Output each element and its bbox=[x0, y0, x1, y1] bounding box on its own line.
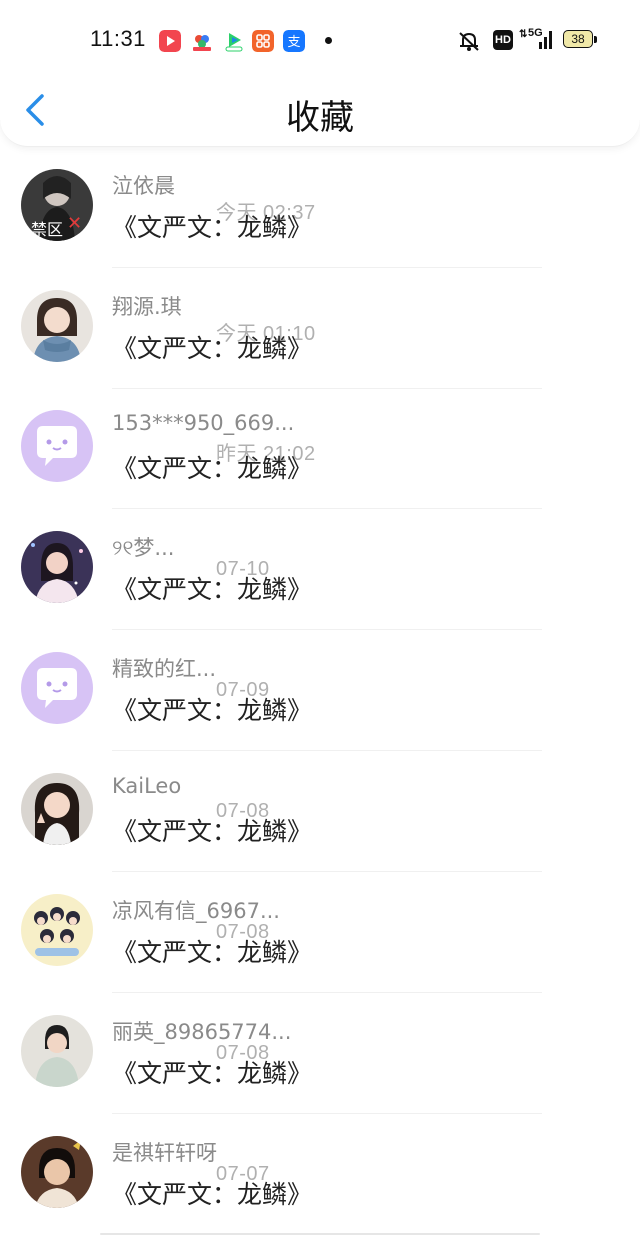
avatar[interactable] bbox=[21, 290, 93, 362]
divider bbox=[112, 629, 542, 630]
item-message[interactable]: 《文严文：龙鳞》 bbox=[112, 449, 312, 485]
item-message[interactable]: 《文严文：龙鳞》 bbox=[112, 691, 312, 727]
divider bbox=[112, 508, 542, 509]
grid-app-icon bbox=[252, 30, 274, 52]
divider bbox=[112, 750, 542, 751]
page-title: 收藏 bbox=[286, 98, 354, 138]
sender-name[interactable]: 凉风有信_6967... bbox=[112, 899, 280, 923]
divider bbox=[112, 267, 542, 268]
sender-name[interactable]: 丽英_89865774... bbox=[112, 1020, 291, 1044]
item-message[interactable]: 《文严文：龙鳞》 bbox=[112, 933, 312, 969]
item-meta: 是祺轩轩呀 07-07 bbox=[112, 1137, 269, 1185]
network-type: 5G bbox=[528, 27, 543, 39]
scroll-indicator bbox=[100, 1233, 540, 1235]
svg-text:支: 支 bbox=[287, 35, 300, 50]
cloud-app-icon bbox=[193, 35, 211, 51]
item-meta: 泣依晨 今天 02:37 bbox=[112, 170, 315, 224]
avatar-label: 禁区 bbox=[31, 220, 64, 239]
battery-level: 38 bbox=[563, 30, 593, 48]
favorite-item[interactable]: 凉风有信_6967... 07-08 《文严文：龙鳞》 bbox=[0, 891, 640, 1012]
battery-icon: 38 bbox=[563, 30, 599, 50]
item-meta: 凉风有信_6967... 07-08 bbox=[112, 895, 280, 943]
avatar[interactable] bbox=[21, 1015, 93, 1087]
item-message[interactable]: 《文严文：龙鳞》 bbox=[112, 570, 312, 606]
avatar[interactable] bbox=[21, 1136, 93, 1208]
item-message[interactable]: 《文严文：龙鳞》 bbox=[112, 208, 312, 244]
avatar[interactable] bbox=[21, 531, 93, 603]
item-meta: 153***950_669... 昨天 21:02 bbox=[112, 411, 315, 465]
item-meta: 翔源.琪 今天 01:10 bbox=[112, 291, 315, 345]
item-meta: 丽英_89865774... 07-08 bbox=[112, 1016, 291, 1064]
favorite-item[interactable]: 153***950_669... 昨天 21:02 《文严文：龙鳞》 bbox=[0, 407, 640, 528]
divider bbox=[112, 1113, 542, 1114]
avatar[interactable] bbox=[21, 894, 93, 966]
item-message[interactable]: 《文严文：龙鳞》 bbox=[112, 1054, 312, 1090]
favorite-item[interactable]: ୨୧梦... 07-10 《文严文：龙鳞》 bbox=[0, 528, 640, 649]
sender-name[interactable]: 精致的红... bbox=[112, 657, 216, 681]
favorite-item[interactable]: 翔源.琪 今天 01:10 《文严文：龙鳞》 bbox=[0, 287, 640, 408]
avatar[interactable] bbox=[21, 652, 93, 724]
sender-name[interactable]: ୨୧梦... bbox=[112, 536, 174, 560]
item-meta: ୨୧梦... 07-10 bbox=[112, 532, 269, 580]
status-time: 11:31 bbox=[90, 26, 146, 51]
sender-name[interactable]: 翔源.琪 bbox=[112, 295, 182, 319]
iqiyi-app-icon bbox=[225, 33, 243, 52]
favorite-item[interactable]: 是祺轩轩呀 07-07 《文严文：龙鳞》 bbox=[0, 1133, 640, 1254]
favorite-item[interactable]: KaiLeo 07-08 《文严文：龙鳞》 bbox=[0, 770, 640, 891]
red-cross-icon: ✕ bbox=[67, 213, 83, 234]
notification-dot-icon bbox=[325, 37, 332, 44]
item-meta: KaiLeo 07-08 bbox=[112, 774, 269, 822]
favorite-item[interactable]: 精致的红... 07-09 《文严文：龙鳞》 bbox=[0, 649, 640, 770]
alipay-app-icon: 支 bbox=[283, 30, 305, 52]
sender-name[interactable]: 是祺轩轩呀 bbox=[112, 1141, 217, 1165]
item-message[interactable]: 《文严文：龙鳞》 bbox=[112, 1175, 312, 1211]
status-bar: 11:31 支 HD ⇅ 5G 38 bbox=[0, 0, 640, 80]
sender-name[interactable]: 泣依晨 bbox=[112, 174, 175, 198]
svg-text:⇅: ⇅ bbox=[519, 29, 528, 40]
favorite-item[interactable]: 丽英_89865774... 07-08 《文严文：龙鳞》 bbox=[0, 1012, 640, 1133]
item-meta: 精致的红... 07-09 bbox=[112, 653, 269, 701]
divider bbox=[112, 871, 542, 872]
sender-name[interactable]: 153***950_669... bbox=[112, 411, 294, 435]
item-message[interactable]: 《文严文：龙鳞》 bbox=[112, 329, 312, 365]
sender-name[interactable]: KaiLeo bbox=[112, 774, 181, 798]
avatar[interactable] bbox=[21, 410, 93, 482]
item-message[interactable]: 《文严文：龙鳞》 bbox=[112, 812, 312, 848]
mute-bell-icon bbox=[459, 32, 479, 51]
divider bbox=[112, 388, 542, 389]
divider bbox=[112, 992, 542, 993]
top-header: 11:31 支 HD ⇅ 5G 38 收藏 bbox=[0, 0, 640, 147]
avatar[interactable] bbox=[21, 773, 93, 845]
video-app-icon bbox=[159, 30, 181, 52]
hd-badge: HD bbox=[493, 30, 513, 50]
favorite-item[interactable]: 禁区 ✕ 泣依晨 今天 02:37 《文严文：龙鳞》 bbox=[0, 166, 640, 287]
avatar[interactable]: 禁区 ✕ bbox=[21, 169, 93, 241]
